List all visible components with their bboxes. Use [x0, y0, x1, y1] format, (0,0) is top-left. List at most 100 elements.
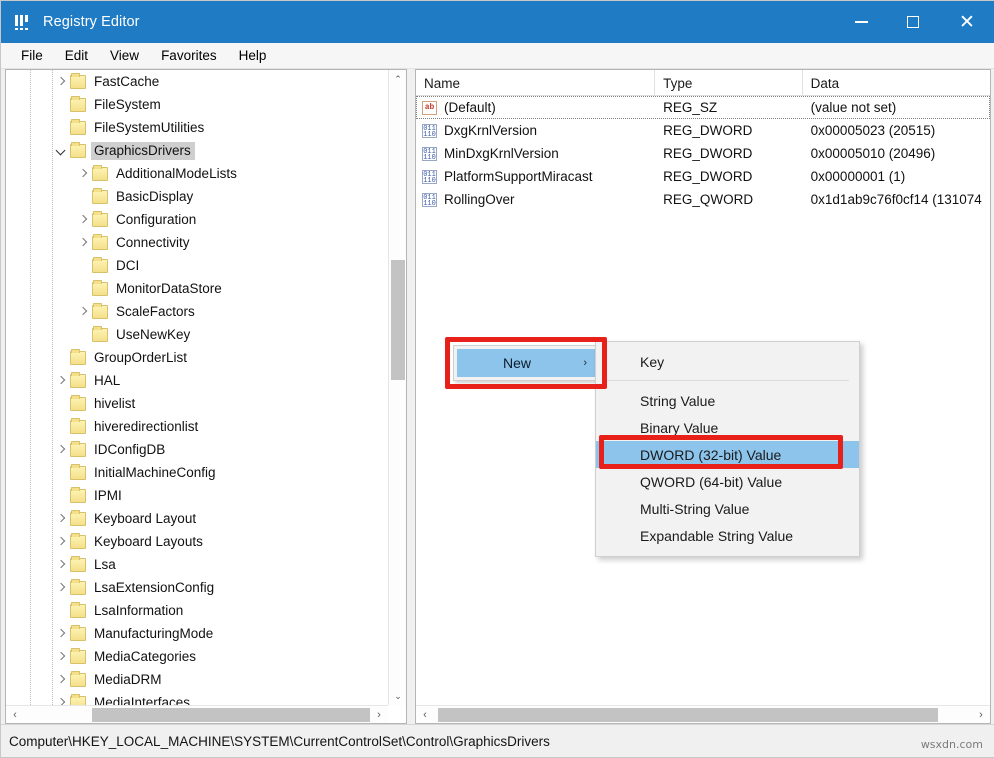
values-hscroll-thumb[interactable]	[438, 708, 938, 722]
chevron-right-icon[interactable]	[54, 580, 70, 596]
registry-tree-pane[interactable]: FastCache FileSystem FileSystemUtilities Gr…	[5, 69, 407, 724]
chevron-right-icon[interactable]	[54, 511, 70, 527]
chevron-right-icon[interactable]	[54, 557, 70, 573]
tree-horizontal-scrollbar[interactable]: ‹ ›	[6, 705, 388, 723]
status-bar-path: Computer\HKEY_LOCAL_MACHINE\SYSTEM\Curre…	[9, 733, 550, 749]
value-row[interactable]: 011 110 PlatformSupportMiracast REG_DWORD 0x…	[416, 165, 990, 188]
chevron-right-icon[interactable]	[76, 235, 92, 251]
tree-item[interactable]: Connectivity	[6, 231, 388, 254]
column-header-data[interactable]: Data	[803, 70, 990, 96]
tree-item[interactable]: InitialMachineConfig	[6, 461, 388, 484]
tree-item-label: Keyboard Layout	[94, 510, 197, 526]
tree-item-label: ManufacturingMode	[94, 625, 214, 641]
folder-icon	[70, 417, 86, 434]
tree-item[interactable]: IDConfigDB	[6, 438, 388, 461]
tree-item[interactable]: GraphicsDrivers	[6, 139, 388, 162]
menu-view[interactable]: View	[100, 46, 149, 65]
values-list[interactable]: ab (Default) REG_SZ (value not set) 011 110 Dx…	[416, 96, 990, 211]
tree-item[interactable]: MediaCategories	[6, 645, 388, 668]
chevron-right-icon[interactable]	[76, 166, 92, 182]
chevron-right-icon[interactable]	[54, 626, 70, 642]
context-submenu-item[interactable]: Binary Value	[596, 414, 859, 441]
scroll-up-icon[interactable]: ⌃	[389, 70, 406, 88]
value-type-cell: REG_QWORD	[663, 192, 754, 207]
tree-item[interactable]: MediaInterfaces	[6, 691, 388, 705]
close-button[interactable]: ✕	[939, 1, 994, 43]
tree-item-label: HAL	[94, 372, 121, 388]
chevron-right-icon[interactable]	[54, 672, 70, 688]
context-submenu-item[interactable]: Key	[596, 348, 859, 375]
scroll-right-icon[interactable]: ›	[370, 706, 388, 723]
chevron-right-icon[interactable]	[54, 534, 70, 550]
tree-item[interactable]: FileSystemUtilities	[6, 116, 388, 139]
tree-item[interactable]: hivelist	[6, 392, 388, 415]
tree-item[interactable]: ScaleFactors	[6, 300, 388, 323]
tree-item[interactable]: ManufacturingMode	[6, 622, 388, 645]
tree-item[interactable]: DCI	[6, 254, 388, 277]
registry-tree[interactable]: FastCache FileSystem FileSystemUtilities Gr…	[6, 70, 388, 705]
context-submenu-item[interactable]: DWORD (32-bit) Value	[596, 441, 859, 468]
window-title: Registry Editor	[43, 14, 140, 30]
chevron-right-icon[interactable]	[76, 304, 92, 320]
tree-item-label: UseNewKey	[116, 326, 191, 342]
values-horizontal-scrollbar[interactable]: ‹ ›	[416, 705, 990, 723]
tree-item[interactable]: FileSystem	[6, 93, 388, 116]
scroll-down-icon[interactable]: ⌄	[389, 687, 406, 705]
context-menu-new[interactable]: New ›	[453, 345, 601, 381]
string-value-icon: ab	[422, 100, 437, 115]
tree-item[interactable]: MonitorDataStore	[6, 277, 388, 300]
tree-item[interactable]: GroupOrderList	[6, 346, 388, 369]
column-header-type[interactable]: Type	[655, 70, 803, 96]
context-submenu-item[interactable]: Multi-String Value	[596, 495, 859, 522]
column-header-name[interactable]: Name	[416, 70, 656, 96]
context-submenu-item[interactable]: Expandable String Value	[596, 522, 859, 549]
tree-vscroll-thumb[interactable]	[391, 260, 405, 380]
chevron-right-icon[interactable]	[54, 695, 70, 706]
chevron-right-icon[interactable]	[54, 373, 70, 389]
tree-item[interactable]: LsaExtensionConfig	[6, 576, 388, 599]
value-row[interactable]: 011 110 RollingOver REG_QWORD 0x1d1ab9c76f0c…	[416, 188, 990, 211]
tree-item[interactable]: Keyboard Layouts	[6, 530, 388, 553]
tree-item[interactable]: Lsa	[6, 553, 388, 576]
tree-item[interactable]: IPMI	[6, 484, 388, 507]
scroll-left-icon[interactable]: ‹	[6, 706, 24, 723]
tree-item[interactable]: LsaInformation	[6, 599, 388, 622]
chevron-right-icon[interactable]	[76, 212, 92, 228]
tree-item-label: Configuration	[116, 211, 197, 227]
tree-item[interactable]: FastCache	[6, 70, 388, 93]
folder-icon	[70, 647, 86, 664]
menu-help[interactable]: Help	[229, 46, 277, 65]
tree-item[interactable]: UseNewKey	[6, 323, 388, 346]
tree-item[interactable]: hiveredirectionlist	[6, 415, 388, 438]
chevron-right-icon[interactable]	[54, 74, 70, 90]
tree-item-label: GroupOrderList	[94, 349, 188, 365]
tree-item[interactable]: AdditionalModeLists	[6, 162, 388, 185]
tree-hscroll-thumb[interactable]	[92, 708, 370, 722]
tree-item[interactable]: Keyboard Layout	[6, 507, 388, 530]
context-menu-item-new[interactable]: New ›	[457, 349, 599, 377]
value-row[interactable]: 011 110 DxgKrnlVersion REG_DWORD 0x00005023 …	[416, 119, 990, 142]
menu-file[interactable]: File	[11, 46, 53, 65]
tree-item[interactable]: MediaDRM	[6, 668, 388, 691]
tree-item[interactable]: BasicDisplay	[6, 185, 388, 208]
value-row[interactable]: ab (Default) REG_SZ (value not set)	[416, 96, 990, 119]
value-row[interactable]: 011 110 MinDxgKrnlVersion REG_DWORD 0x000050…	[416, 142, 990, 165]
tree-item-label: Lsa	[94, 556, 116, 572]
chevron-right-icon[interactable]	[54, 649, 70, 665]
chevron-down-icon[interactable]	[54, 143, 70, 159]
minimize-button[interactable]	[835, 1, 887, 43]
menu-edit[interactable]: Edit	[55, 46, 98, 65]
menu-favorites[interactable]: Favorites	[151, 46, 227, 65]
tree-item[interactable]: HAL	[6, 369, 388, 392]
tree-item-label: BasicDisplay	[116, 188, 194, 204]
scroll-left-icon[interactable]: ‹	[416, 706, 434, 723]
scroll-right-icon[interactable]: ›	[972, 706, 990, 723]
context-submenu-item[interactable]: QWORD (64-bit) Value	[596, 468, 859, 495]
maximize-button[interactable]	[887, 1, 939, 43]
tree-item[interactable]: Configuration	[6, 208, 388, 231]
chevron-right-icon[interactable]	[54, 442, 70, 458]
status-bar: Computer\HKEY_LOCAL_MACHINE\SYSTEM\Curre…	[1, 724, 994, 757]
context-submenu-item[interactable]: String Value	[596, 387, 859, 414]
context-submenu-new[interactable]: Key String Value Binary Value DWORD (32-bit…	[595, 341, 860, 557]
tree-vertical-scrollbar[interactable]: ⌃ ⌄	[388, 70, 406, 705]
